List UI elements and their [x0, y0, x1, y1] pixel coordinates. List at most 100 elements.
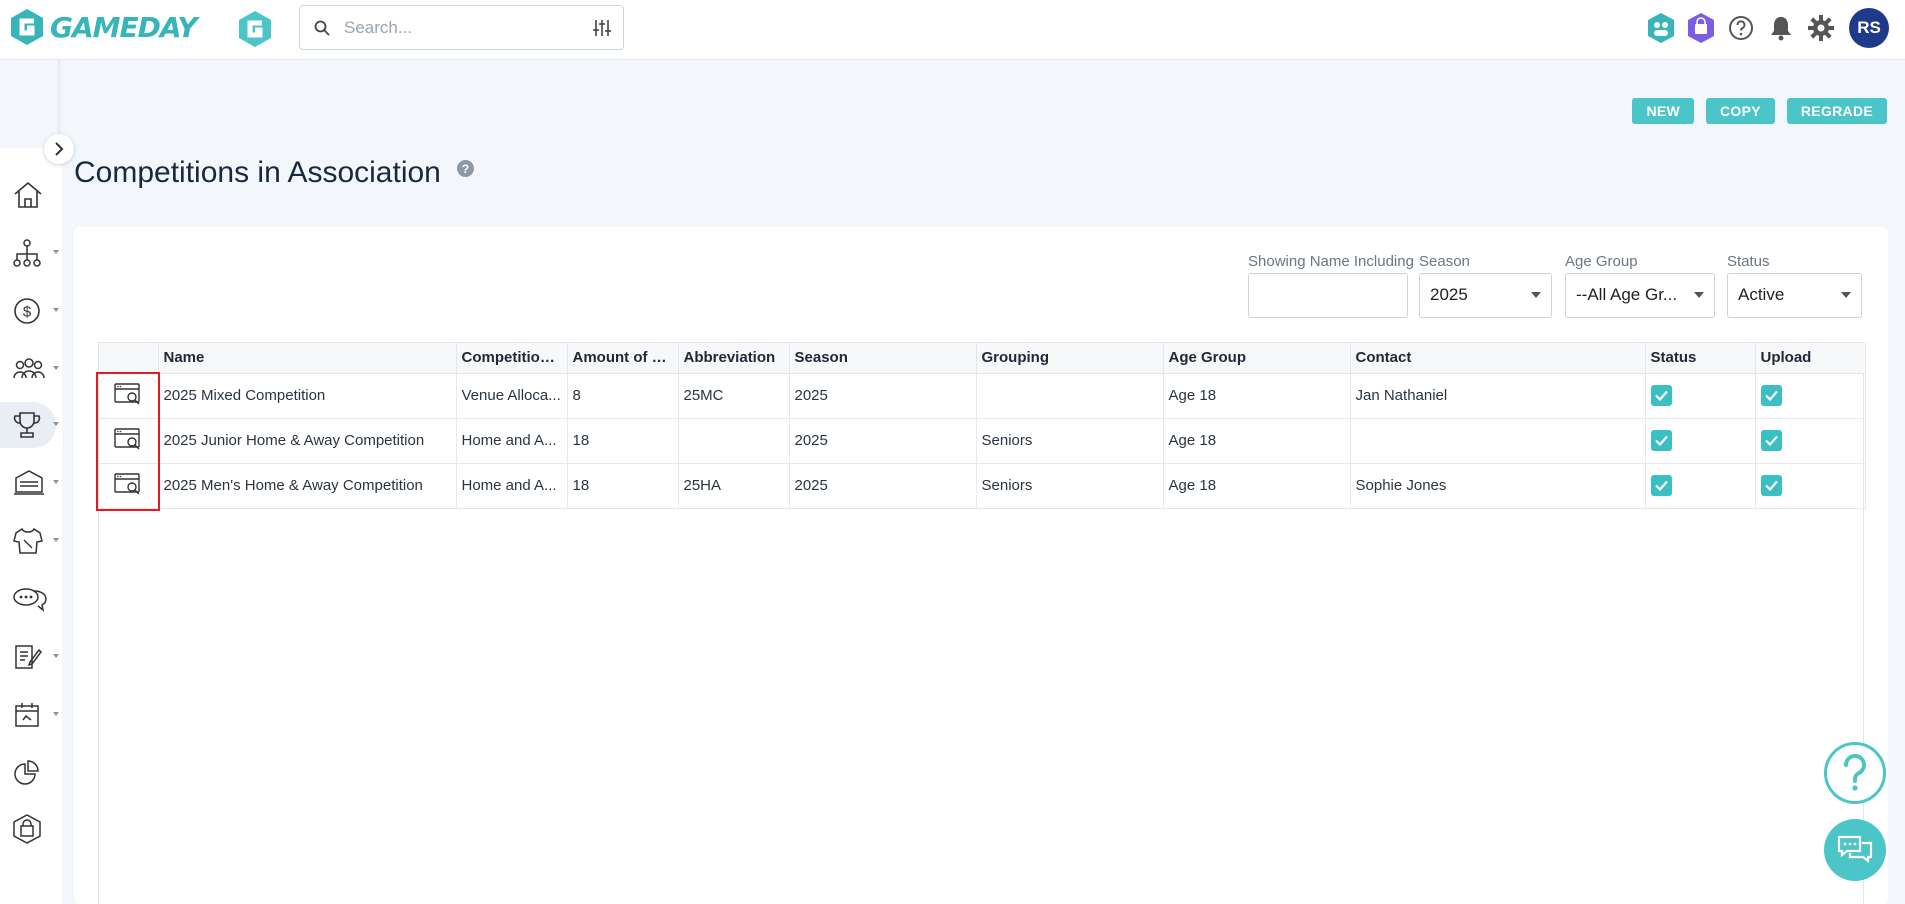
chat-fab-button[interactable] [1824, 819, 1886, 881]
svg-text:$: $ [23, 304, 32, 321]
bell-icon[interactable] [1765, 8, 1797, 48]
help-icon[interactable]: ? [457, 160, 474, 177]
chevron-down-icon [53, 308, 59, 312]
g-logo-icon[interactable] [238, 10, 272, 53]
cell-age-group: Age 18 [1163, 373, 1351, 419]
upload-checkbox[interactable] [1760, 385, 1782, 406]
page-title: Competitions in Association [74, 156, 441, 189]
status-checkbox[interactable] [1650, 475, 1672, 496]
sidebar-item-home[interactable] [4, 172, 60, 218]
chevron-right-icon [55, 142, 64, 156]
chevron-down-icon [53, 422, 59, 426]
copy-button[interactable]: COPY [1706, 98, 1775, 124]
edit-doc-icon [15, 645, 42, 669]
table-row: 2025 Mixed Competition Venue Alloca... 8… [99, 373, 1866, 419]
user-avatar[interactable]: RS [1849, 8, 1889, 48]
name-filter-input[interactable] [1248, 273, 1408, 318]
season-select[interactable]: 2025 [1419, 273, 1552, 318]
column-header-abbreviation[interactable]: Abbreviation [678, 343, 790, 374]
upload-checkbox[interactable] [1760, 475, 1782, 496]
name-filter: Showing Name Including [1248, 253, 1414, 318]
cell-name[interactable]: 2025 Men's Home & Away Competition [158, 463, 457, 509]
sidebar-item-finance[interactable]: $ [4, 288, 60, 334]
status-checkbox[interactable] [1650, 385, 1672, 406]
competitions-table: Name Competition ... Amount of Te... Abb… [98, 342, 1866, 904]
table-row: 2025 Men's Home & Away Competition Home … [99, 463, 1866, 509]
org-chart-icon [13, 239, 41, 267]
cell-abbreviation: 25MC [678, 373, 790, 419]
status-checkbox[interactable] [1650, 430, 1672, 451]
column-header-amount-of-teams[interactable]: Amount of Te... [567, 343, 679, 374]
dollar-icon: $ [14, 298, 40, 324]
team-hub-icon[interactable] [1645, 8, 1677, 48]
cell-abbreviation: 25HA [678, 463, 790, 509]
column-header-season[interactable]: Season [789, 343, 977, 374]
sidebar-toggle-button[interactable] [44, 134, 74, 164]
cell-age-group: Age 18 [1163, 463, 1351, 509]
cell-grouping: Seniors [976, 418, 1164, 464]
help-fab-button[interactable] [1824, 742, 1886, 804]
age-group-select[interactable]: --All Age Gr... [1565, 273, 1715, 318]
chevron-down-icon [53, 366, 59, 370]
filter-sliders-icon[interactable] [593, 19, 611, 37]
search-icon [314, 20, 330, 36]
sidebar-item-members[interactable] [4, 346, 60, 392]
status-select[interactable]: Active [1727, 273, 1862, 318]
status-filter-label: Status [1727, 253, 1770, 270]
caret-down-icon [1531, 292, 1541, 298]
brand-name: GAMEDAY [50, 10, 198, 44]
cell-status [1645, 463, 1756, 509]
name-filter-label: Showing Name Including [1248, 253, 1414, 270]
gameday-logo[interactable]: GAMEDAY [10, 8, 198, 46]
column-header-action [99, 343, 159, 374]
search-box [299, 5, 624, 50]
sidebar-item-scheduling[interactable] [4, 692, 60, 738]
question-mark-icon [1843, 753, 1866, 791]
age-group-filter-label: Age Group [1565, 253, 1638, 270]
new-button[interactable]: NEW [1632, 98, 1694, 124]
cell-name[interactable]: 2025 Mixed Competition [158, 373, 457, 419]
caret-down-icon [1694, 292, 1704, 298]
chevron-down-icon [53, 654, 59, 658]
bag-icon [13, 814, 41, 844]
cell-grouping [976, 373, 1164, 419]
search-input[interactable] [344, 16, 574, 40]
gameday-logo-icon [11, 9, 43, 45]
competitions-panel: Showing Name Including Season 2025 Age G… [74, 227, 1888, 904]
cell-season: 2025 [789, 418, 977, 464]
chevron-down-icon [53, 250, 59, 254]
sidebar-item-forms[interactable] [4, 634, 60, 680]
sidebar-item-teams[interactable] [4, 518, 60, 564]
column-header-name[interactable]: Name [158, 343, 457, 374]
chat-bubbles-icon [13, 588, 47, 612]
column-header-grouping[interactable]: Grouping [976, 343, 1164, 374]
column-header-upload[interactable]: Upload [1755, 343, 1866, 374]
calendar-icon [15, 703, 39, 727]
chevron-down-icon [53, 712, 59, 716]
cell-contact [1350, 418, 1646, 464]
status-filter: Status Active [1727, 253, 1862, 318]
home-icon [14, 181, 42, 208]
regrade-button[interactable]: REGRADE [1786, 98, 1887, 124]
sidebar-item-organisation[interactable] [4, 230, 60, 276]
column-header-status[interactable]: Status [1645, 343, 1756, 374]
cell-contact: Sophie Jones [1350, 463, 1646, 509]
trophy-icon [13, 412, 41, 438]
column-header-contact[interactable]: Contact [1350, 343, 1646, 374]
sidebar-item-competitions[interactable] [0, 402, 59, 448]
cell-name[interactable]: 2025 Junior Home & Away Competition [158, 418, 457, 464]
sidebar-item-venues[interactable] [4, 460, 60, 506]
sidebar-item-reports[interactable] [4, 750, 60, 796]
column-header-age-group[interactable]: Age Group [1163, 343, 1351, 374]
cell-contact: Jan Nathaniel [1350, 373, 1646, 419]
people-icon [13, 358, 45, 379]
cell-abbreviation [678, 418, 790, 464]
sidebar-item-shop[interactable] [4, 806, 60, 852]
gear-icon[interactable] [1805, 8, 1837, 48]
column-header-competition-type[interactable]: Competition ... [456, 343, 568, 374]
shop-hex-icon[interactable] [1685, 8, 1717, 48]
help-circle-icon[interactable] [1725, 8, 1757, 48]
cell-competition-type: Venue Alloca... [456, 373, 568, 419]
upload-checkbox[interactable] [1760, 430, 1782, 451]
sidebar-item-communications[interactable] [4, 576, 60, 622]
